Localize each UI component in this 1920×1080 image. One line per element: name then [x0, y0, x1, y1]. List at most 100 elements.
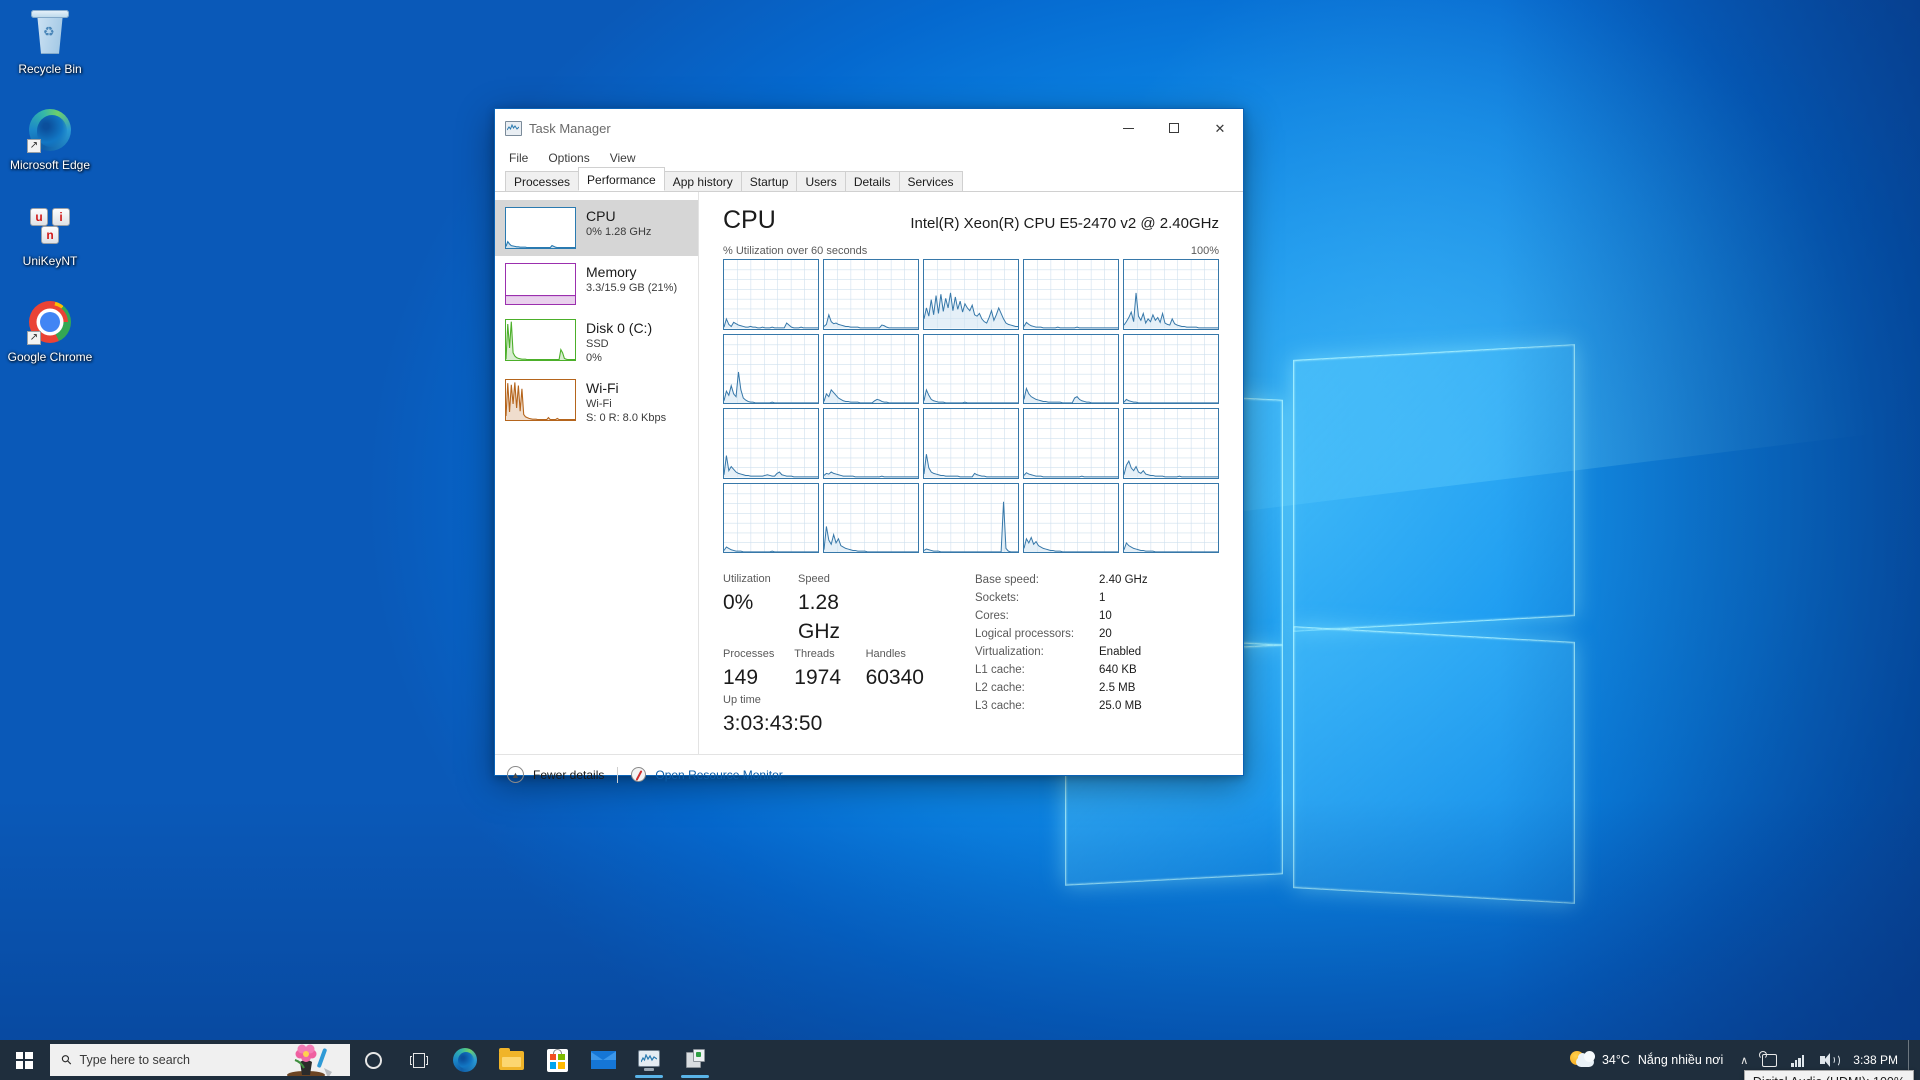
stat-label-handles: Handles: [865, 648, 906, 660]
close-button[interactable]: ✕: [1197, 109, 1243, 147]
stat-value-handles: 60340: [865, 666, 924, 689]
desktop-icon-google-chrome[interactable]: ↗ Google Chrome: [2, 294, 98, 368]
search-illustration-icon: [287, 1044, 332, 1076]
sidebar-item-cpu[interactable]: CPU 0% 1.28 GHz: [495, 200, 698, 256]
open-resource-monitor-link[interactable]: Open Resource Monitor: [655, 768, 782, 782]
logical-processor-graph[interactable]: [823, 259, 919, 330]
sidebar-item-disk[interactable]: Disk 0 (C:) SSD 0%: [495, 312, 698, 372]
shortcut-arrow-icon: ↗: [27, 139, 41, 153]
stat-label-speed: Speed: [798, 573, 830, 585]
sidebar-label-cpu: CPU: [586, 208, 616, 224]
chevron-up-icon: ▲: [507, 766, 524, 783]
tab-details[interactable]: Details: [844, 171, 900, 192]
desktop-icon-unikeynt[interactable]: u i n UniKeyNT: [2, 198, 98, 272]
logical-processor-graph[interactable]: [823, 333, 919, 404]
desktop-icon-microsoft-edge[interactable]: ↗ Microsoft Edge: [2, 102, 98, 176]
menu-item-view[interactable]: View: [608, 150, 638, 166]
logical-processor-graph[interactable]: [1123, 333, 1219, 404]
tab-app-history[interactable]: App history: [663, 171, 742, 192]
logical-processor-graph-grid[interactable]: [723, 259, 1219, 553]
logical-processor-graph[interactable]: [823, 408, 919, 479]
maximize-button[interactable]: [1151, 109, 1197, 147]
desktop-icon-label: Recycle Bin: [18, 62, 82, 76]
desktop-icon-list: ♻ Recycle Bin ↗ Microsoft Edge u i n Uni…: [0, 6, 100, 390]
stat-label-utilization: Utilization: [723, 573, 771, 585]
logical-processor-graph[interactable]: [823, 482, 919, 553]
menu-item-file[interactable]: File: [507, 150, 530, 166]
wallpaper-vignette-bottom: [0, 799, 1920, 1080]
mail-button[interactable]: [580, 1040, 626, 1080]
sidebar-sparkline-memory: [505, 263, 576, 305]
search-icon: ⚲: [57, 1050, 76, 1069]
microsoft-store-button[interactable]: [534, 1040, 580, 1080]
sidebar-item-memory[interactable]: Memory 3.3/15.9 GB (21%): [495, 256, 698, 312]
stat-value-uptime: 3:03:43:50: [723, 712, 823, 735]
task-view-button[interactable]: [396, 1040, 442, 1080]
info-value-cores: 10: [1099, 610, 1112, 622]
info-key-base-speed: Base speed:: [975, 574, 1039, 586]
sidebar-sub-cpu: 0% 1.28 GHz: [586, 226, 652, 238]
logical-processor-graph[interactable]: [1023, 259, 1119, 330]
task-view-icon: [410, 1052, 428, 1068]
task-manager-taskbar-button[interactable]: [626, 1040, 672, 1080]
tab-services[interactable]: Services: [898, 171, 963, 192]
sidebar-label-disk: Disk 0 (C:): [586, 320, 653, 336]
window-title-bar[interactable]: Task Manager ✕: [495, 109, 1243, 147]
info-value-sockets: 1: [1099, 592, 1106, 604]
logical-processor-graph[interactable]: [1023, 482, 1119, 553]
folder-icon: [498, 1047, 524, 1070]
info-value-l2-cache: 2.5 MB: [1099, 682, 1136, 694]
info-value-base-speed: 2.40 GHz: [1099, 574, 1148, 586]
fewer-details-button[interactable]: Fewer details: [533, 768, 604, 782]
tab-performance[interactable]: Performance: [578, 167, 665, 191]
tab-users[interactable]: Users: [796, 171, 846, 192]
mail-envelope-icon: [590, 1051, 616, 1069]
start-button[interactable]: [0, 1040, 48, 1080]
graph-caption-right: 100%: [1190, 245, 1219, 257]
logical-processor-graph[interactable]: [923, 482, 1019, 553]
menu-bar: File Options View: [495, 147, 1243, 169]
logical-processor-graph[interactable]: [723, 408, 819, 479]
desktop-icon-label: Google Chrome: [7, 350, 93, 364]
google-chrome-icon: ↗: [26, 298, 74, 346]
stat-label-uptime: Up time: [723, 694, 761, 706]
cortana-button[interactable]: [350, 1040, 396, 1080]
volume-tooltip: Digital Audio (HDMI): 100%: [1743, 1070, 1914, 1080]
search-input[interactable]: ⚲ Type here to search: [50, 1044, 350, 1076]
logical-processor-graph[interactable]: [1123, 259, 1219, 330]
weather-widget[interactable]: 34°C Nắng nhiều nơi: [1560, 1040, 1733, 1080]
logical-processor-graph[interactable]: [1023, 408, 1119, 479]
sidebar-item-wifi[interactable]: Wi-Fi Wi-Fi S: 0 R: 8.0 Kbps: [495, 372, 698, 432]
window-footer: ▲ Fewer details Open Resource Monitor: [495, 754, 1243, 794]
logical-processor-graph[interactable]: [1023, 333, 1119, 404]
tab-startup[interactable]: Startup: [740, 171, 798, 192]
logical-processor-graph[interactable]: [723, 333, 819, 404]
graph-caption: % Utilization over 60 seconds 100%: [723, 245, 1219, 257]
info-key-cores: Cores:: [975, 610, 1009, 622]
logical-processor-graph[interactable]: [723, 259, 819, 330]
info-key-l2-cache: L2 cache:: [975, 682, 1025, 694]
logical-processor-graph[interactable]: [1123, 408, 1219, 479]
logical-processor-graph[interactable]: [1123, 482, 1219, 553]
sidebar-sparkline-cpu: [505, 207, 576, 249]
tab-processes[interactable]: Processes: [505, 171, 580, 192]
file-explorer-button[interactable]: [488, 1040, 534, 1080]
cpu-stats-left: Utilization 0% Speed 1.28 GHz Processes …: [723, 571, 953, 738]
logical-processor-graph[interactable]: [923, 408, 1019, 479]
desktop-icon-recycle-bin[interactable]: ♻ Recycle Bin: [2, 6, 98, 80]
network-bars-icon: [1791, 1054, 1806, 1067]
window-controls: ✕: [1105, 109, 1243, 147]
edge-taskbar-button[interactable]: [442, 1040, 488, 1080]
weather-description: Nắng nhiều nơi: [1637, 1053, 1724, 1067]
task-manager-window[interactable]: Task Manager ✕ File Options View Process…: [494, 108, 1244, 783]
logical-processor-graph[interactable]: [723, 482, 819, 553]
virtual-machine-button[interactable]: [672, 1040, 718, 1080]
menu-item-options[interactable]: Options: [546, 150, 591, 166]
chevron-up-icon: ∧: [1740, 1054, 1749, 1067]
logical-processor-graph[interactable]: [923, 259, 1019, 330]
unikey-key-i: i: [52, 208, 70, 226]
recycle-bin-icon: ♻: [26, 10, 74, 58]
minimize-button[interactable]: [1105, 109, 1151, 147]
logical-processor-graph[interactable]: [923, 333, 1019, 404]
info-value-logical-processors: 20: [1099, 628, 1112, 640]
